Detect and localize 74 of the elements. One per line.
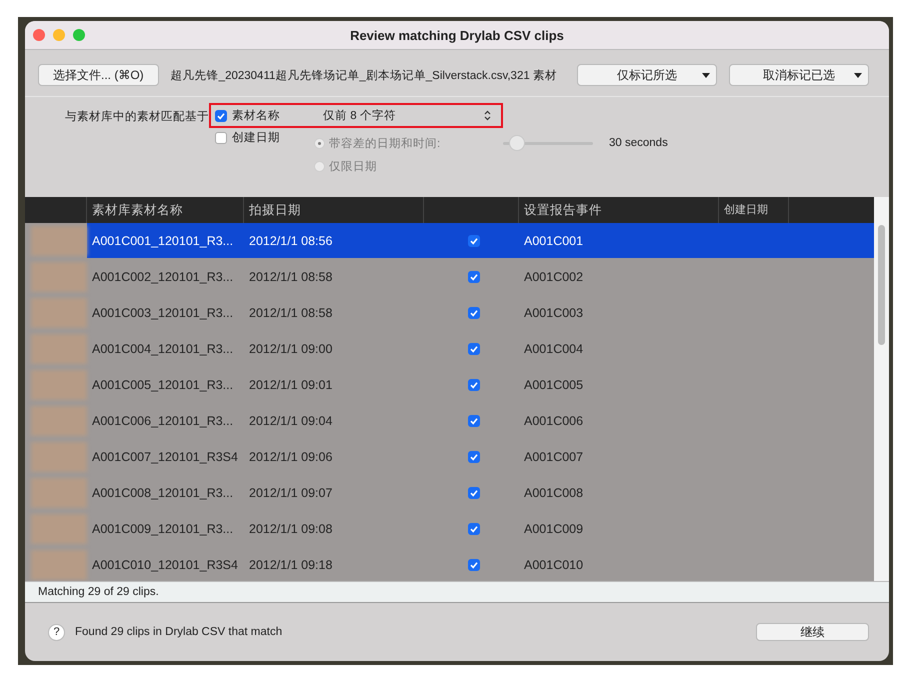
table-cell-text: A001C001 [523,234,584,248]
table-cell-text: A001C009_120101_R3... [91,522,234,536]
checkbox[interactable] [468,522,480,534]
table-cell-text: A001C005 [523,378,584,392]
caret-icon [702,72,710,78]
tolerance-reading: 30 seconds [609,137,668,149]
table-cell-text: A001C004 [523,342,584,356]
table-cell-text: 2012/1/1 08:58 [248,306,334,320]
table-cell-text: A001C002_120101_R3... [91,270,234,284]
option-label: 素材名称 [232,108,281,123]
table-cell-text: 2012/1/1 09:08 [248,522,334,536]
scrollbar[interactable] [874,197,889,581]
table-cell-text: A001C010 [523,558,584,572]
checkbox[interactable] [468,414,480,426]
checkbox[interactable] [468,486,480,498]
clip-thumbnail [30,550,86,580]
choose-file-button[interactable]: 选择文件... (⌘O) [38,64,159,86]
table-cell-text: A001C008 [523,486,584,500]
table-row[interactable]: A001C001_120101_R3... 2012/1/1 08:56 A001C001 [87,223,874,258]
table-cell-text: 2012/1/1 09:04 [248,414,334,428]
stepper-icon [484,110,491,121]
clip-thumbnail [30,334,86,364]
table-cell-text: 2012/1/1 08:56 [248,234,334,248]
table-cell-text: 2012/1/1 09:07 [248,486,334,500]
checkbox[interactable] [215,132,227,144]
table-cell-text: A001C008_120101_R3... [91,486,234,500]
clip-thumbnail [30,370,86,400]
status-text: Matching 29 of 29 clips. [38,586,159,598]
table-cell-text: 2012/1/1 09:00 [248,342,334,356]
radio-label: 带容差的日期和时间: [329,136,442,150]
checkbox[interactable] [215,110,227,122]
table-cell-text: 2012/1/1 08:58 [248,270,334,284]
popup-menu[interactable]: 仅标记所选 [577,64,717,86]
radio-label: 仅限日期 [329,160,378,174]
table-cell-text: A001C003_120101_R3... [91,306,234,320]
window-title: Review matching Drylab CSV clips [350,28,564,42]
clip-thumbnail [30,406,86,436]
checkbox[interactable] [468,558,480,570]
popup-menu[interactable]: 取消标记已选 [729,64,869,86]
table-cell-text: A001C007 [523,450,584,464]
clip-thumbnail [30,298,86,328]
popup-menu[interactable]: 仅前 8 个字符 [317,108,497,123]
checkbox[interactable] [468,306,480,318]
table-cell-text: 2012/1/1 09:06 [248,450,334,464]
table-cell-text: 2012/1/1 09:18 [248,558,334,572]
clip-thumbnail [30,442,86,472]
file-info: 超凡先锋_20230411超凡先锋场记单_剧本场记单_Silverstack.csv,321 素材 [170,68,558,82]
caret-icon [854,72,862,78]
table-cell-text: 2012/1/1 09:01 [248,378,334,392]
clip-thumbnail [30,262,86,292]
clip-thumbnail [30,478,86,508]
table-cell-text: A001C009 [523,522,584,536]
table-cell-text: A001C006_120101_R3... [91,414,234,428]
table-cell-text: A001C005_120101_R3... [91,378,234,392]
clip-thumbnail [30,226,86,256]
checkbox[interactable] [468,234,480,246]
checkbox[interactable] [468,342,480,354]
checkbox[interactable] [468,378,480,390]
table-cell-text: A001C001_120101_R3... [91,234,234,248]
table-cell-text: A001C004_120101_R3... [91,342,234,356]
checkbox[interactable] [468,450,480,462]
table-cell-text: A001C006 [523,414,584,428]
footer-message: Found 29 clips in Drylab CSV that match [75,626,284,638]
table-cell-text: A001C010_120101_R3S4 [91,558,239,572]
checkbox[interactable] [468,270,480,282]
table-cell-text: A001C007_120101_R3S4 [91,450,239,464]
continue-button[interactable]: 继续 [756,623,869,641]
table-cell-text: A001C002 [523,270,584,284]
close-button[interactable] [33,29,45,41]
help-button[interactable]: ? [48,624,65,640]
clip-thumbnail [30,514,86,544]
table-cell-text: A001C003 [523,306,584,320]
match-label: 与素材库中的素材匹配基于 [65,109,209,125]
option-label: 创建日期 [232,130,281,145]
